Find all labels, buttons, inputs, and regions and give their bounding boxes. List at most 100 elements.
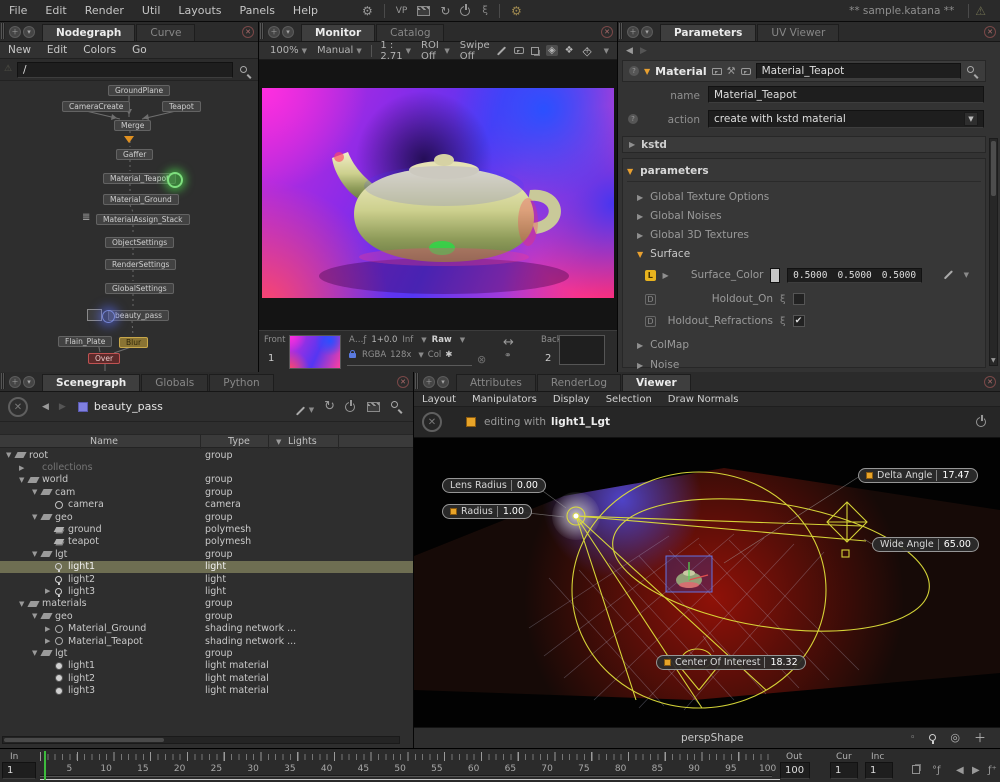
node-GroundPlane[interactable]: GroundPlane [108, 85, 170, 96]
viewer-menu-draw-normals[interactable]: Draw Normals [660, 394, 747, 405]
view-flag-arrow-icon[interactable] [124, 136, 134, 148]
close-icon[interactable]: ✕ [984, 26, 996, 38]
add-key-icon[interactable]: ƒ⁺ [988, 765, 997, 776]
back-arrow-icon[interactable]: ◀ [42, 402, 49, 412]
scenegraph-row-materials[interactable]: ▼materialsgroup [0, 598, 413, 610]
expander-icon[interactable]: ▶ [19, 464, 29, 472]
vp-label[interactable]: VP [391, 6, 413, 16]
scenegraph-row-light3[interactable]: light3light material [0, 684, 413, 696]
scenegraph-row-teapot[interactable]: teapotpolymesh [0, 536, 413, 548]
render-clapper-icon[interactable] [417, 6, 430, 16]
node-Blur[interactable]: Blur [119, 337, 148, 348]
scenegraph-row-light2[interactable]: light2light material [0, 672, 413, 684]
camera-name-label[interactable]: perspShape [681, 732, 743, 744]
link-icon[interactable]: ⚭ [504, 351, 512, 361]
nodegraph-menu-edit[interactable]: Edit [39, 44, 75, 56]
chevron-down-icon[interactable]: ▼ [604, 47, 609, 55]
scenegraph-row-lgt[interactable]: ▼lgtgroup [0, 647, 413, 659]
manipulator-value[interactable]: 1.00 [497, 506, 524, 517]
pane-add-icon[interactable]: ＋ [268, 26, 280, 38]
pane-menu-icon[interactable]: ▾ [437, 376, 449, 388]
node-Gaffer[interactable]: Gaffer [116, 149, 153, 160]
viewer-menu-display[interactable]: Display [545, 394, 598, 405]
pan-diamond-icon[interactable]: ◈ [546, 45, 558, 56]
local-badge[interactable]: L [645, 270, 656, 281]
compare-diamonds-icon[interactable]: ❖ [565, 45, 574, 56]
tab-catalog[interactable]: Catalog [376, 24, 444, 41]
pane-menu-icon[interactable]: ▾ [23, 26, 35, 38]
front-resolution[interactable]: 128x [390, 350, 411, 360]
viewer-menu-layout[interactable]: Layout [414, 394, 464, 405]
playhead[interactable] [44, 751, 46, 780]
in-field[interactable]: 1 [2, 762, 36, 779]
close-icon[interactable]: ✕ [984, 376, 996, 388]
pass-color-swatch[interactable] [78, 402, 88, 412]
node-name-input[interactable]: Material_Teapot [756, 63, 961, 79]
scenegraph-row-light2[interactable]: light2light [0, 573, 413, 585]
warning-triangle-icon[interactable]: ⚠ [975, 4, 986, 18]
scenegraph-row-light3[interactable]: ▶light3light [0, 585, 413, 597]
group-surface[interactable]: ▼Surface [637, 246, 969, 262]
out-field[interactable]: 100 [780, 762, 810, 779]
menu-edit[interactable]: Edit [36, 4, 75, 17]
menu-panels[interactable]: Panels [231, 4, 284, 17]
inc-field[interactable]: 1 [865, 762, 893, 779]
stop-editing-icon[interactable]: ✕ [422, 412, 442, 432]
panel-grip[interactable] [260, 23, 264, 39]
param-surface-color[interactable]: L ▶ Surface_Color 0.5000 0.5000 0.5000 ▼ [645, 267, 969, 283]
layers-icon[interactable] [531, 47, 539, 55]
action-dropdown[interactable]: create with kstd material ▼ [708, 110, 984, 128]
manipulator-value[interactable]: 0.00 [511, 480, 538, 491]
help-icon[interactable]: ? [629, 66, 639, 76]
render-clapper-icon[interactable] [367, 402, 380, 412]
front-colorspace[interactable]: Raw [432, 335, 452, 345]
manipulator-label-radius[interactable]: Radius1.00 [442, 504, 532, 519]
scenegraph-row-camera[interactable]: cameracamera [0, 499, 413, 511]
back-thumbnail[interactable] [559, 335, 605, 365]
node-path-input[interactable]: / [17, 62, 233, 78]
tab-monitor[interactable]: Monitor [301, 24, 375, 41]
light-color-swatch[interactable] [466, 417, 476, 427]
tab-uv-viewer[interactable]: UV Viewer [757, 24, 839, 41]
prev-key-icon[interactable]: ◀ [956, 765, 964, 776]
viewport-3d[interactable]: Lens Radius0.00Radius1.00Delta Angle17.4… [414, 438, 1000, 727]
front-col[interactable]: Col [428, 350, 442, 360]
tag-icon[interactable] [712, 68, 722, 75]
tab-scenegraph[interactable]: Scenegraph [42, 374, 140, 391]
holdout-on-checkbox[interactable] [793, 293, 805, 305]
scenegraph-row-light1[interactable]: light1light [0, 561, 413, 573]
power-icon[interactable] [976, 416, 988, 428]
group-global-texture-options[interactable]: ▶Global Texture Options [637, 189, 969, 205]
scenegraph-row-Material_Ground[interactable]: ▶Material_Groundshading network ... [0, 622, 413, 634]
expander-icon[interactable]: ▶ [45, 637, 55, 645]
panel-grip[interactable] [1, 23, 5, 39]
scenegraph-row-world[interactable]: ▼worldgroup [0, 474, 413, 486]
scenegraph-row-lgt[interactable]: ▼lgtgroup [0, 548, 413, 560]
scenegraph-tree[interactable]: ▼rootgroup▶collections▼worldgroup▼camgro… [0, 449, 413, 697]
scrollbar-thumb[interactable] [991, 141, 996, 196]
group-noise[interactable]: ▶Noise [637, 357, 969, 372]
help-icon[interactable]: ? [628, 114, 638, 124]
menu-help[interactable]: Help [284, 4, 327, 17]
scenegraph-row-Material_Teapot[interactable]: ▶Material_Teapotshading network ... [0, 635, 413, 647]
front-channels[interactable]: RGBA [362, 350, 386, 360]
scrollbar-thumb[interactable] [4, 738, 164, 742]
chevron-down-icon[interactable]: ▼ [964, 271, 969, 279]
light-pin-icon[interactable] [929, 734, 936, 741]
color-swatch[interactable] [770, 268, 780, 283]
forward-arrow-icon[interactable]: ▶ [59, 402, 66, 412]
update-mode-select[interactable]: Manual▼ [312, 45, 367, 56]
node-Teapot[interactable]: Teapot [162, 101, 201, 112]
color-g-value[interactable]: 0.5000 [837, 270, 871, 281]
power-icon[interactable] [345, 401, 357, 413]
front-exposure[interactable]: 1+0.0 [371, 335, 397, 345]
zoom-select[interactable]: 100%▼ [265, 45, 312, 56]
tab-renderlog[interactable]: RenderLog [537, 374, 621, 391]
scenegraph-row-collections[interactable]: ▶collections [0, 461, 413, 473]
chevron-down-icon[interactable]: ▼ [964, 112, 978, 126]
node-GlobalSettings[interactable]: GlobalSettings [105, 283, 174, 294]
expression-icon[interactable]: ξ [477, 5, 493, 16]
monitor-viewport[interactable] [259, 60, 617, 330]
lock-icon[interactable] [349, 353, 356, 358]
manipulator-value[interactable]: 17.47 [936, 470, 969, 481]
